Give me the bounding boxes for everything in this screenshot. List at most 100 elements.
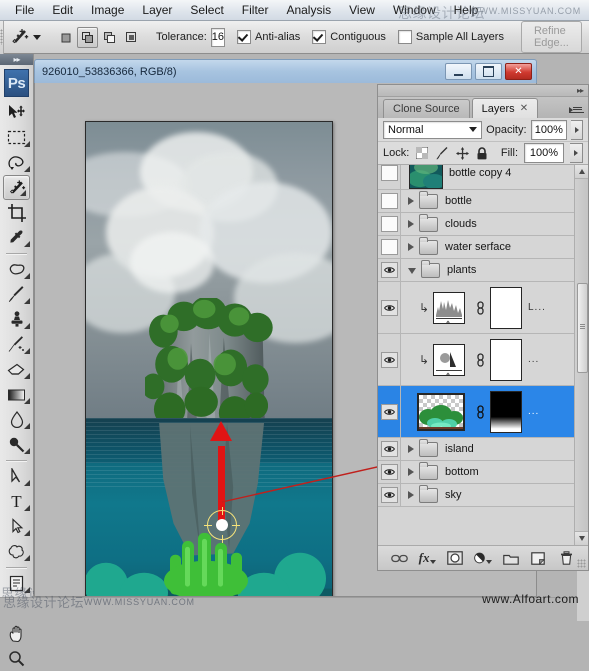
layer-visibility-toggle[interactable] [378, 461, 401, 483]
contiguous-checkbox[interactable] [312, 30, 327, 44]
double-arrow-icon[interactable]: ▸▸ [577, 86, 584, 95]
green-coral-transparent-thumb[interactable] [417, 392, 465, 431]
mask-link-chain-icon[interactable] [476, 352, 485, 367]
pen-tool[interactable] [0, 464, 33, 489]
image-canvas[interactable] [85, 121, 333, 596]
opacity-slider-button[interactable] [571, 119, 583, 140]
opacity-input[interactable]: 100% [530, 119, 568, 140]
move-tool[interactable] [0, 100, 33, 125]
black-white-gradient-mask-thumbnail[interactable] [490, 390, 522, 433]
sample-all-layers-checkbox[interactable] [397, 30, 412, 44]
group-expand-chevron-icon[interactable] [408, 220, 414, 228]
curves-thumb[interactable] [433, 343, 465, 376]
panel-resize-grip[interactable] [577, 559, 586, 568]
layer-visibility-toggle[interactable] [378, 190, 401, 212]
panel-collapse-bar[interactable]: ▸▸ [378, 85, 588, 97]
anti-alias-option[interactable]: Anti-alias [237, 30, 300, 44]
layer-visibility-toggle[interactable] [378, 213, 401, 235]
lock-position-icon[interactable] [455, 146, 469, 160]
delete-layer-button[interactable] [557, 549, 575, 567]
layer-mask-thumbnail[interactable] [490, 286, 522, 329]
group-expand-chevron-icon[interactable] [408, 197, 414, 205]
app-scrollbar[interactable] [577, 571, 589, 621]
document-title-bar[interactable]: 926010_53836366, RGB/8) ✕ [34, 59, 537, 83]
group-expand-chevron-icon[interactable] [408, 243, 414, 251]
mask-link-chain-icon[interactable] [476, 300, 485, 315]
menu-item-edit[interactable]: Edit [43, 1, 82, 19]
table-row[interactable]: bottle copy 4 [378, 165, 588, 190]
layer-visibility-toggle[interactable] [378, 259, 401, 281]
add-layer-style-button[interactable]: fx [419, 549, 437, 567]
menu-item-layer[interactable]: Layer [133, 1, 181, 19]
layer-visibility-toggle[interactable] [378, 386, 401, 437]
menu-item-select[interactable]: Select [181, 1, 232, 19]
eraser-tool[interactable] [0, 357, 33, 382]
rectangular-marquee-tool[interactable] [0, 125, 33, 150]
dodge-tool[interactable] [0, 432, 33, 457]
blur-drop-icon[interactable] [0, 407, 33, 432]
scroll-up-icon[interactable] [575, 165, 588, 179]
blend-mode-select[interactable]: Normal [383, 120, 483, 139]
table-row[interactable]: water serface [378, 236, 588, 259]
close-button[interactable]: ✕ [505, 63, 532, 80]
tool-preset-chevron-down-icon[interactable] [33, 34, 41, 40]
group-collapse-chevron-icon[interactable] [408, 268, 416, 274]
tools-panel-collapse[interactable]: ▸▸ [0, 54, 33, 65]
new-group-button[interactable] [502, 549, 520, 567]
menu-item-window[interactable]: Window [384, 1, 445, 19]
menu-item-view[interactable]: View [340, 1, 384, 19]
layers-scrollbar[interactable] [574, 165, 588, 545]
magic-wand-tool[interactable] [3, 175, 30, 200]
layer-mask-thumbnail[interactable] [490, 338, 522, 381]
table-row[interactable]: plants [378, 259, 588, 282]
spot-healing-brush-tool[interactable] [0, 257, 33, 282]
group-expand-chevron-icon[interactable] [408, 468, 414, 476]
brush-tool[interactable] [0, 282, 33, 307]
eyedropper-tool[interactable] [0, 225, 33, 250]
table-row[interactable]: clouds [378, 213, 588, 236]
table-row[interactable]: ↳ ... [378, 334, 588, 386]
subtract-from-selection-button[interactable] [99, 27, 120, 48]
sample-all-layers-option[interactable]: Sample All Layers [397, 30, 504, 44]
fill-input[interactable]: 100% [524, 143, 564, 163]
clone-stamp-tool[interactable] [0, 307, 33, 332]
panel-menu-icon[interactable] [569, 103, 584, 116]
table-row[interactable]: bottle [378, 190, 588, 213]
group-expand-chevron-icon[interactable] [408, 491, 414, 499]
layer-list[interactable]: bottle copy 4 bottle clouds water serfac… [378, 165, 588, 546]
layer-visibility-toggle[interactable] [378, 236, 401, 258]
menu-item-help[interactable]: Help [445, 1, 488, 19]
scroll-down-icon[interactable] [575, 531, 588, 545]
add-to-selection-button[interactable] [77, 26, 98, 48]
layer-thumbnail[interactable] [409, 165, 443, 189]
add-layer-mask-button[interactable] [446, 549, 464, 567]
levels-histogram-thumb[interactable] [433, 291, 465, 324]
fill-slider-button[interactable] [570, 143, 583, 163]
table-row[interactable]: bottom [378, 461, 588, 484]
minimize-button[interactable] [445, 63, 472, 80]
magic-wand-icon[interactable] [9, 25, 31, 49]
new-layer-button[interactable] [529, 549, 547, 567]
table-row[interactable]: ... [378, 386, 588, 438]
layer-visibility-toggle[interactable] [378, 334, 401, 385]
group-expand-chevron-icon[interactable] [408, 445, 414, 453]
options-bar-grip[interactable] [0, 20, 4, 54]
menu-item-analysis[interactable]: Analysis [277, 1, 340, 19]
zoom-tool[interactable] [0, 646, 33, 671]
layer-visibility-toggle[interactable] [378, 165, 401, 189]
notes-tool[interactable] [0, 571, 33, 596]
refine-edge-button[interactable]: Refine Edge... [520, 21, 582, 53]
tab-layers[interactable]: Layers ✕ [471, 98, 539, 118]
intersect-with-selection-button[interactable] [121, 27, 142, 48]
tab-clone-source[interactable]: Clone Source [383, 99, 470, 118]
new-adjustment-layer-button[interactable] [474, 549, 492, 567]
hand-tool[interactable] [0, 621, 33, 646]
layer-visibility-toggle[interactable] [378, 438, 401, 460]
maximize-button[interactable] [475, 63, 502, 80]
path-selection-tool[interactable] [0, 514, 33, 539]
scrollbar-thumb[interactable] [577, 283, 588, 373]
table-row[interactable]: sky [378, 484, 588, 507]
lasso-tool[interactable] [0, 150, 33, 175]
custom-shape-tool[interactable] [0, 539, 33, 564]
lock-transparent-pixels-icon[interactable] [415, 146, 429, 160]
